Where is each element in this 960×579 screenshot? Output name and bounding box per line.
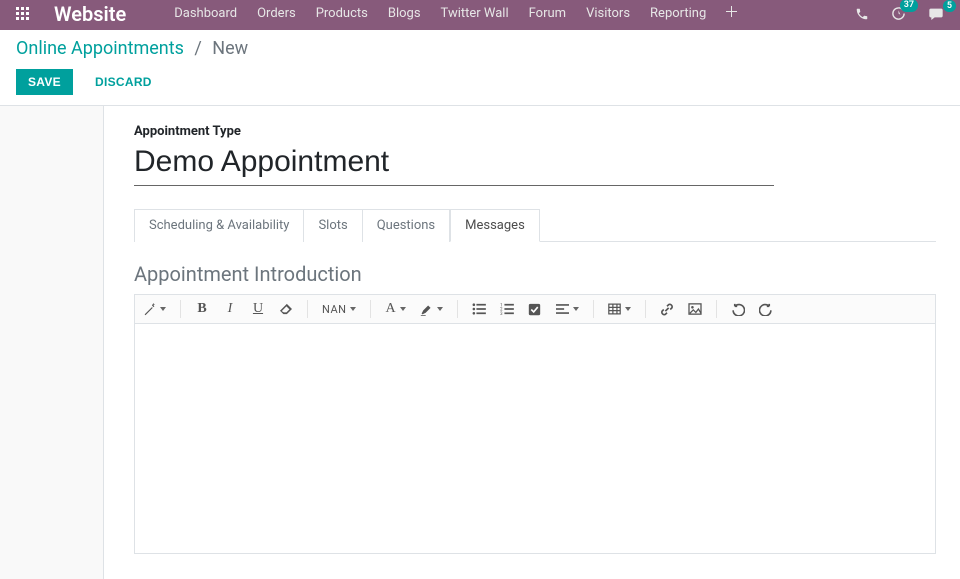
toolbar-fontcolor-button[interactable]: A: [385, 301, 405, 317]
nav-item-visitors[interactable]: Visitors: [586, 6, 630, 21]
form-gutter: [0, 106, 104, 579]
brand-label[interactable]: Website: [54, 4, 126, 24]
align-icon: [556, 303, 569, 315]
apps-grid-icon[interactable]: [16, 7, 30, 21]
save-button[interactable]: SAVE: [16, 69, 73, 95]
highlighter-icon: [420, 303, 433, 316]
nav-item-products[interactable]: Products: [316, 6, 368, 21]
link-icon: [660, 303, 674, 316]
toolbar-ol-button[interactable]: 123: [500, 303, 514, 315]
form-sheet: Appointment Type Scheduling & Availabili…: [104, 106, 960, 579]
tab-questions[interactable]: Questions: [363, 209, 450, 242]
caret-icon: [625, 307, 631, 311]
caret-icon: [350, 307, 356, 311]
nav-item-twitter-wall[interactable]: Twitter Wall: [441, 6, 509, 21]
toolbar-redo-button[interactable]: [759, 303, 773, 316]
toolbar-underline-button[interactable]: U: [251, 301, 265, 317]
checklist-icon: [528, 303, 541, 316]
messages-icon[interactable]: 5: [928, 7, 944, 21]
nav-right-icons: 37 5: [855, 6, 944, 21]
toolbar-checklist-button[interactable]: [528, 303, 542, 316]
caret-icon: [160, 307, 166, 311]
undo-icon: [731, 303, 745, 316]
timer-badge: 37: [900, 0, 918, 12]
messages-badge: 5: [943, 0, 956, 12]
redo-icon: [759, 303, 773, 316]
toolbar-undo-button[interactable]: [731, 303, 745, 316]
breadcrumb: Online Appointments / New: [16, 38, 944, 59]
toolbar-ul-button[interactable]: [472, 303, 486, 315]
plus-icon: [726, 6, 737, 17]
nav-item-blogs[interactable]: Blogs: [388, 6, 421, 21]
caret-icon: [573, 307, 579, 311]
toolbar-image-button[interactable]: [688, 303, 702, 315]
toolbar-bold-button[interactable]: B: [195, 301, 209, 317]
control-panel: Online Appointments / New SAVE DISCARD: [0, 30, 960, 106]
caret-icon: [400, 307, 406, 311]
toolbar-highlight-button[interactable]: [420, 303, 443, 316]
content-area: Appointment Type Scheduling & Availabili…: [0, 106, 960, 579]
form-tabs: Scheduling & Availability Slots Question…: [134, 208, 936, 242]
phone-icon[interactable]: [855, 7, 869, 21]
toolbar-link-button[interactable]: [660, 303, 674, 316]
image-icon: [688, 303, 702, 315]
discard-button[interactable]: DISCARD: [89, 74, 158, 90]
toolbar-eraser-button[interactable]: [279, 303, 293, 315]
tab-messages[interactable]: Messages: [450, 209, 540, 242]
tab-scheduling-availability[interactable]: Scheduling & Availability: [134, 209, 304, 242]
button-bar: SAVE DISCARD: [16, 69, 944, 95]
list-ol-icon: 123: [500, 303, 514, 315]
toolbar-italic-button[interactable]: I: [223, 301, 237, 317]
wand-icon: [143, 303, 156, 316]
toolbar-fontsize-button[interactable]: NAN: [322, 303, 356, 316]
nav-menu: Dashboard Orders Products Blogs Twitter …: [174, 6, 737, 21]
nav-item-orders[interactable]: Orders: [257, 6, 296, 21]
nav-item-add[interactable]: [726, 6, 737, 21]
toolbar-table-button[interactable]: [608, 303, 631, 315]
table-icon: [608, 303, 621, 315]
nav-item-reporting[interactable]: Reporting: [650, 6, 706, 21]
nav-item-forum[interactable]: Forum: [529, 6, 566, 21]
fontsize-label: NAN: [322, 303, 346, 316]
toolbar-align-button[interactable]: [556, 303, 579, 315]
toolbar-magic-button[interactable]: [143, 303, 166, 316]
svg-text:3: 3: [500, 312, 503, 315]
appointment-type-label: Appointment Type: [134, 124, 936, 139]
caret-icon: [437, 307, 443, 311]
breadcrumb-parent[interactable]: Online Appointments: [16, 38, 184, 59]
appointment-title-input[interactable]: [134, 143, 774, 186]
section-heading-introduction: Appointment Introduction: [134, 262, 936, 286]
tab-slots[interactable]: Slots: [304, 209, 362, 242]
nav-item-dashboard[interactable]: Dashboard: [174, 6, 237, 21]
breadcrumb-separator: /: [194, 38, 201, 59]
eraser-icon: [279, 303, 293, 315]
breadcrumb-current: New: [212, 38, 248, 59]
timer-icon[interactable]: 37: [891, 6, 906, 21]
editor-content-area[interactable]: [134, 324, 936, 554]
top-navbar: Website Dashboard Orders Products Blogs …: [0, 0, 960, 30]
list-ul-icon: [472, 303, 486, 315]
editor-toolbar: B I U NAN A 123: [134, 294, 936, 324]
